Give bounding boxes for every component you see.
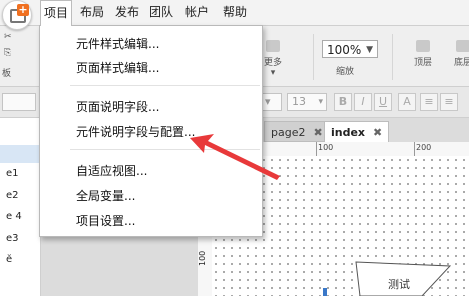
annotation-arrow	[190, 134, 280, 180]
red-arrow-icon	[190, 134, 280, 180]
